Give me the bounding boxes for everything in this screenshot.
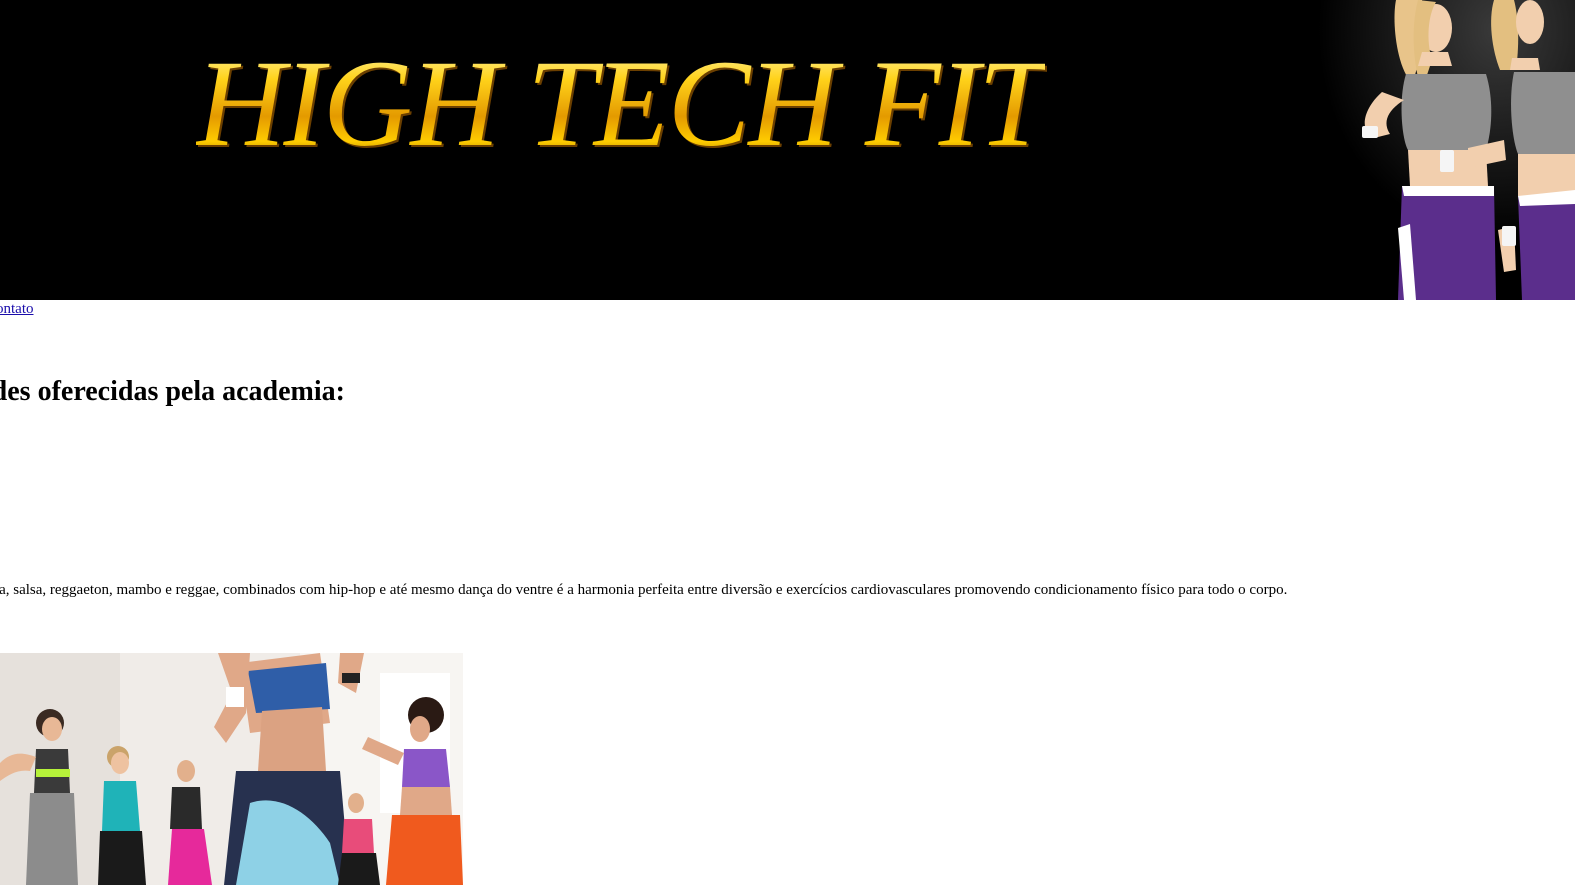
contact-link[interactable]: Contato — [0, 300, 34, 318]
activity-description: Ritmos latinos com samba, salsa, reggaet… — [0, 582, 1288, 598]
site-logo-title: HIGH TECH FIT — [196, 35, 1047, 172]
dance-class-image — [0, 653, 463, 885]
section-heading: Atividades oferecidas pela academia: — [0, 376, 345, 407]
page: HIGH TECH FIT ntato es oferecidas pela a… — [0, 0, 1575, 885]
fitness-models-image — [1318, 0, 1575, 300]
header-banner: HIGH TECH FIT — [0, 0, 1575, 300]
